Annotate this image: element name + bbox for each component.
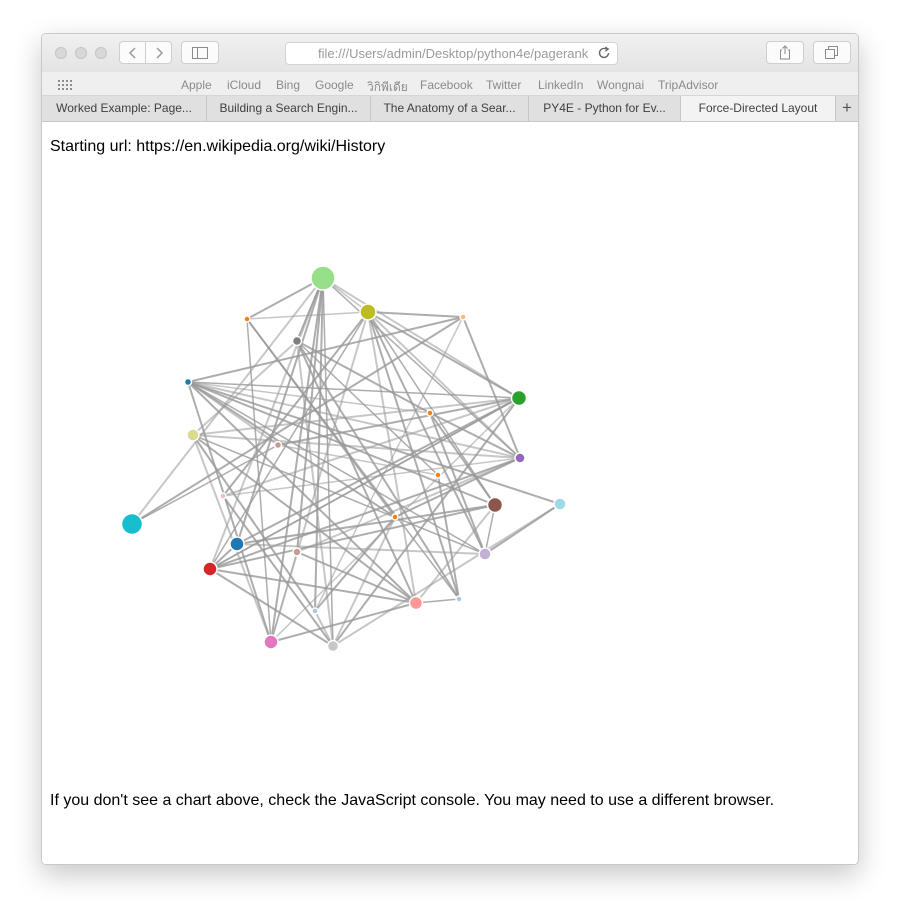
graph-node[interactable] xyxy=(459,313,467,321)
force-directed-graph[interactable] xyxy=(42,122,858,762)
favorite-bing[interactable]: Bing xyxy=(276,78,300,92)
favorites-bar: Apple iCloud Bing Google วิกิพีเดีย Face… xyxy=(42,72,858,96)
browser-window: file:///Users/admin/Desktop/python4e/pag… xyxy=(41,33,859,865)
nodes-group xyxy=(120,265,567,653)
favorite-icloud[interactable]: iCloud xyxy=(227,78,261,92)
page-content: Starting url: https://en.wikipedia.org/w… xyxy=(42,122,858,864)
graph-node[interactable] xyxy=(391,513,399,521)
graph-node[interactable] xyxy=(183,377,193,387)
graph-node[interactable] xyxy=(263,634,279,650)
links-group xyxy=(131,277,561,647)
tab-force-directed-layout[interactable]: Force-Directed Layout xyxy=(681,96,836,121)
graph-node[interactable] xyxy=(219,492,227,500)
tabs-overview-icon xyxy=(825,45,838,59)
graph-node[interactable] xyxy=(326,639,340,653)
graph-node[interactable] xyxy=(186,428,200,442)
forward-button[interactable] xyxy=(145,41,172,64)
graph-node[interactable] xyxy=(311,607,319,615)
address-text: file:///Users/admin/Desktop/python4e/pag… xyxy=(318,46,589,61)
favorite-google[interactable]: Google xyxy=(315,78,354,92)
graph-node[interactable] xyxy=(202,561,218,577)
chevron-left-icon xyxy=(128,46,136,59)
footer-message: If you don't see a chart above, check th… xyxy=(50,792,775,809)
new-tab-button[interactable]: + xyxy=(836,96,858,121)
favorite-facebook[interactable]: Facebook xyxy=(420,78,473,92)
close-window-button[interactable] xyxy=(55,47,67,59)
minimize-window-button[interactable] xyxy=(75,47,87,59)
reload-icon[interactable] xyxy=(597,46,611,60)
graph-node[interactable] xyxy=(273,440,283,450)
title-bar: file:///Users/admin/Desktop/python4e/pag… xyxy=(42,34,858,72)
favorite-wongnai[interactable]: Wongnai xyxy=(597,78,644,92)
favorite-linkedin[interactable]: LinkedIn xyxy=(538,78,583,92)
tab-worked-example[interactable]: Worked Example: Page... xyxy=(42,96,207,121)
graph-node[interactable] xyxy=(292,547,302,557)
graph-link xyxy=(462,316,521,459)
tab-bar: Worked Example: Page... Building a Searc… xyxy=(42,96,858,122)
chevron-right-icon xyxy=(155,46,163,59)
address-bar[interactable]: file:///Users/admin/Desktop/python4e/pag… xyxy=(285,42,618,65)
favorite-apple[interactable]: Apple xyxy=(181,78,212,92)
share-icon xyxy=(780,45,790,60)
back-button[interactable] xyxy=(119,41,146,64)
graph-link xyxy=(367,311,486,555)
graph-node[interactable] xyxy=(120,512,144,536)
graph-node[interactable] xyxy=(310,265,336,291)
top-sites-grid-icon[interactable] xyxy=(58,80,72,90)
graph-node[interactable] xyxy=(229,536,245,552)
graph-node[interactable] xyxy=(359,303,377,321)
favorite-twitter[interactable]: Twitter xyxy=(486,78,521,92)
graph-node[interactable] xyxy=(426,409,434,417)
tab-anatomy-of-search[interactable]: The Anatomy of a Sear... xyxy=(371,96,529,121)
graph-node[interactable] xyxy=(486,496,504,514)
graph-node[interactable] xyxy=(243,315,251,323)
graph-node[interactable] xyxy=(514,452,526,464)
graph-node[interactable] xyxy=(455,595,463,603)
zoom-window-button[interactable] xyxy=(95,47,107,59)
tab-building-search-engine[interactable]: Building a Search Engin... xyxy=(207,96,371,121)
sidebar-icon xyxy=(192,46,208,59)
favorite-tripadvisor[interactable]: TripAdvisor xyxy=(658,78,718,92)
sidebar-button[interactable] xyxy=(181,41,219,64)
share-button[interactable] xyxy=(766,41,804,64)
show-all-tabs-button[interactable] xyxy=(813,41,851,64)
graph-node[interactable] xyxy=(553,497,567,511)
graph-node[interactable] xyxy=(408,595,424,611)
graph-node[interactable] xyxy=(434,471,442,479)
graph-node[interactable] xyxy=(510,389,528,407)
graph-node[interactable] xyxy=(291,335,303,347)
favorite-wikipedia-th[interactable]: วิกิพีเดีย xyxy=(367,78,408,97)
tab-py4e[interactable]: PY4E - Python for Ev... xyxy=(529,96,681,121)
graph-node[interactable] xyxy=(478,547,492,561)
